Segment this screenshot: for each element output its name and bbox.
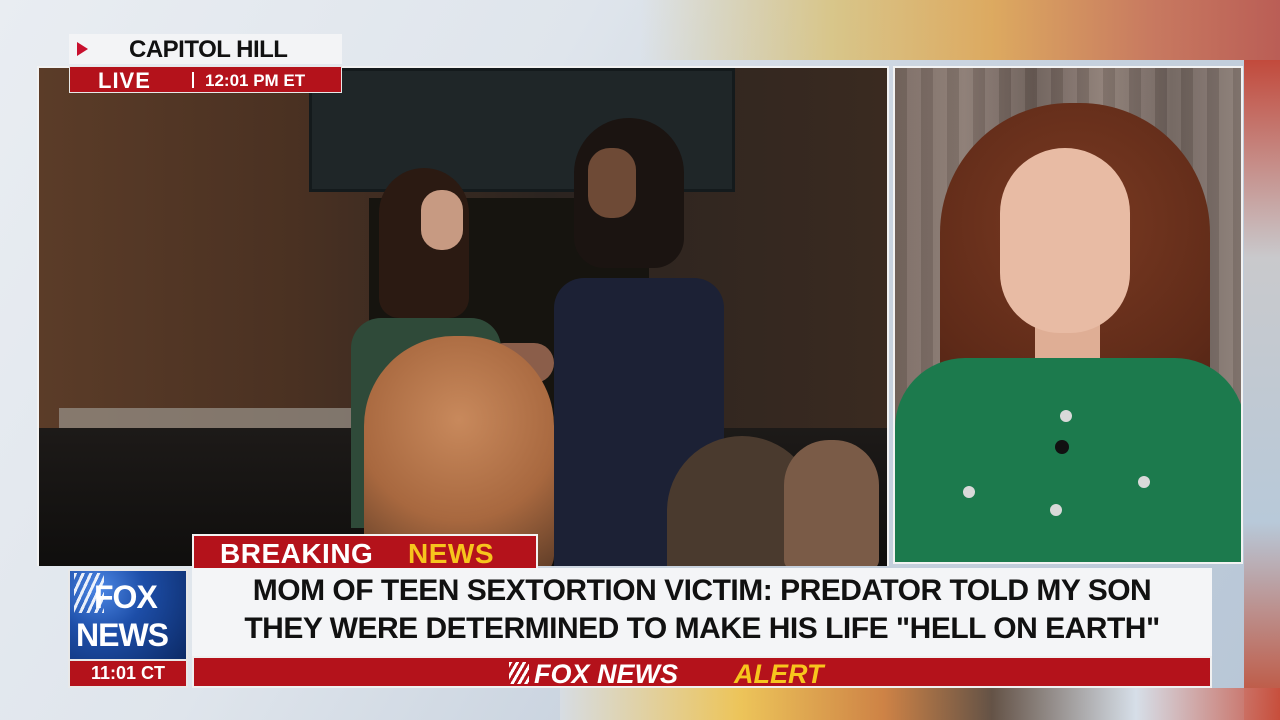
anchor-green-jacket [895,358,1241,562]
fox-news-logo: FOX NEWS [68,569,188,661]
background-glow-top [640,0,1280,60]
live-separator [192,72,194,88]
news-word: NEWS [408,538,494,569]
jacket-button [1050,504,1062,516]
live-bar: LIVE 12:01 PM ET [69,66,342,93]
logo-news-text: NEWS [76,617,169,653]
audience-member-blonde [364,336,554,566]
anchor-face [1000,148,1130,333]
anchor-video-feed [893,66,1243,564]
breaking-word: BREAKING [220,538,374,569]
alert-brand-text: FOX NEWS [534,659,679,689]
play-arrow-icon [77,42,88,56]
background-glow-right [1244,60,1280,720]
main-video-feed [37,66,889,566]
headline-line-2: THEY WERE DETERMINED TO MAKE HIS LIFE "H… [244,612,1160,645]
background-glow-bottom [560,688,1280,720]
live-label: LIVE [98,68,151,93]
logo-fox-text: FOX [94,579,158,615]
location-label: CAPITOL HILL [129,36,288,63]
logo-clock: 11:01 CT [68,661,188,688]
live-time: 12:01 PM ET [205,71,306,90]
audience-member-side [784,440,879,566]
location-bug: CAPITOL HILL LIVE 12:01 PM ET [69,34,344,94]
alert-word: ALERT [734,659,824,689]
headline-line-1: MOM OF TEEN SEXTORTION VICTIM: PREDATOR … [252,574,1152,607]
alert-stripes-icon [509,662,529,684]
fox-news-alert-bar: FOX NEWS ALERT [192,656,1212,689]
breaking-news-tag: BREAKING NEWS [192,534,538,570]
logo-clock-time: 11:01 CT [90,663,166,683]
lapel-mic-icon [1055,440,1069,454]
jacket-button [1138,476,1150,488]
jacket-button [963,486,975,498]
location-bar: CAPITOL HILL [69,34,342,64]
jacket-button [1060,410,1072,422]
headline-box: MOM OF TEEN SEXTORTION VICTIM: PREDATOR … [192,568,1212,656]
